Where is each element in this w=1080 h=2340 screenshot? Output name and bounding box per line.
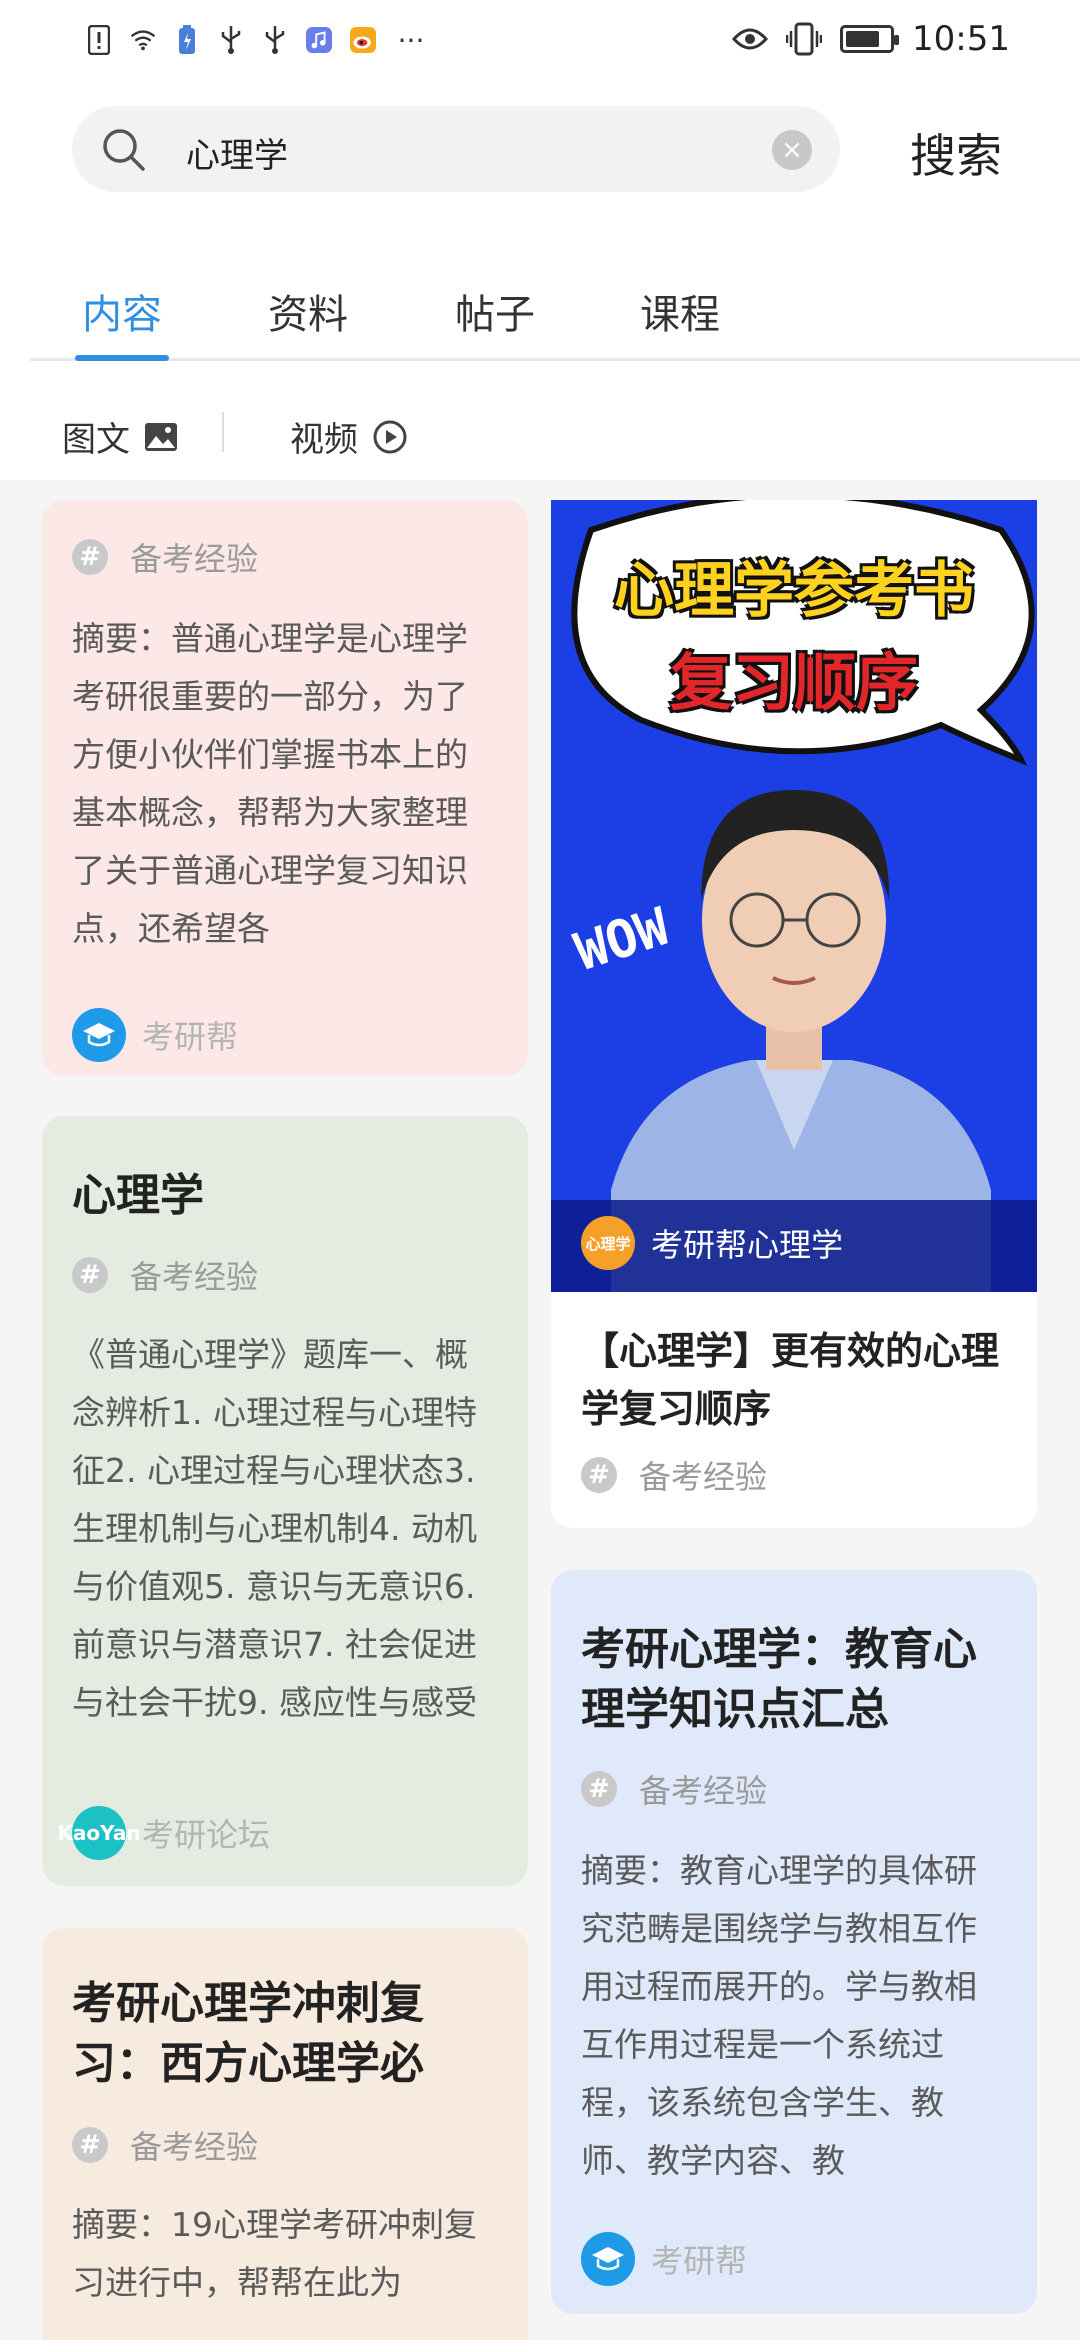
author-name: 考研帮 [651,2242,748,2280]
channel-row[interactable]: 心理学 考研帮心理学 [581,1216,843,1270]
filter-image-text[interactable]: 图文 [62,412,178,461]
feed-card-3[interactable]: 考研心理学冲刺复习：西方心理学必 # 备考经验 摘要：19心理学考研冲刺复习进行… [42,1928,528,2340]
status-icons-left: ··· [86,18,428,62]
hashtag-icon: # [581,1457,617,1493]
filter-image-text-label: 图文 [62,420,130,460]
search-icon [103,129,145,171]
hashtag-icon: # [581,1771,617,1807]
filter-video[interactable]: 视频 [290,412,408,461]
tag-row: # 备考经验 [72,2122,258,2168]
tab-posts[interactable]: 帖子 [455,282,535,340]
card-title: 考研心理学：教育心理学知识点汇总 [581,1624,977,1735]
vibrate-icon [786,22,823,56]
hashtag-icon: # [72,2127,108,2163]
tab-bar: 内容 资料 帖子 课程 [30,268,1080,361]
hashtag-icon: # [72,539,108,575]
more-notifications-icon: ··· [397,23,425,57]
content-filter-bar: 图文 视频 [0,380,1080,480]
avatar [581,2232,635,2286]
wifi-icon [130,23,156,57]
play-circle-icon [373,420,407,453]
card-title: 考研心理学冲刺复习：西方心理学必 [72,1978,424,2089]
clock: 10:51 [912,19,1010,59]
status-bar: ··· 10:51 [0,0,1080,80]
channel-name: 考研帮心理学 [651,1226,844,1264]
content-feed: # 备考经验 摘要：普通心理学是心理学考研很重要的一部分，为了方便小伙伴们掌握书… [0,480,1080,2340]
avatar: KaoYan [57,1806,141,1860]
status-icons-right: 10:51 [732,14,1010,64]
tab-content[interactable]: 内容 [82,282,162,340]
filter-divider [222,412,224,452]
card-title: 【心理学】更有效的心理学复习顺序 [581,1329,1000,1431]
tag-label: 备考经验 [130,1258,259,1296]
usb-icon [218,23,244,57]
card-author[interactable]: 考研帮 [581,2232,747,2286]
tag-label: 备考经验 [639,1458,768,1496]
hashtag-icon: # [72,1257,108,1293]
clear-icon[interactable]: × [772,130,812,170]
active-tab-indicator [75,355,169,361]
battery-saver-icon [174,23,200,57]
avatar [72,1008,126,1062]
tag-label: 备考经验 [130,2128,259,2166]
sim-alert-icon [86,23,112,57]
banner-line-2: 复习顺序 [669,646,918,719]
search-button[interactable]: 搜索 [910,120,1002,186]
search-query: 心理学 [186,136,288,176]
tag-row: # 备考经验 [581,1452,767,1498]
search-input[interactable]: 心理学 × [72,106,840,192]
graduation-cap-icon [83,1023,115,1047]
video-thumbnail[interactable]: 心理学参考书 复习顺序 WOW 心理学 考研帮心理学 [551,500,1037,1292]
tag-label: 备考经验 [639,1772,768,1810]
weibo-app-icon [350,23,376,57]
card-summary: 《普通心理学》题库一、概念辨析1. 心理过程与心理特征2. 心理过程与心理状态3… [72,1335,477,1722]
card-author[interactable]: 考研帮 [72,1008,238,1062]
eye-comfort-icon [732,28,769,50]
card-title: 心理学 [72,1170,204,1221]
feed-card-2[interactable]: 心理学 # 备考经验 《普通心理学》题库一、概念辨析1. 心理过程与心理特征2.… [42,1116,528,1886]
feed-card-1[interactable]: # 备考经验 摘要：普通心理学是心理学考研很重要的一部分，为了方便小伙伴们掌握书… [42,500,528,1076]
author-name: 考研帮 [142,1018,239,1056]
video-card[interactable]: 心理学参考书 复习顺序 WOW 心理学 考研帮心理学 【心理学】更有效的心理学复… [551,500,1037,1528]
tag-row: # 备考经验 [72,1252,258,1298]
card-author[interactable]: KaoYan 考研论坛 [57,1806,271,1860]
graduation-cap-icon [592,2247,624,2271]
image-icon [145,422,177,451]
filter-video-label: 视频 [290,420,358,460]
search-header: 心理学 × 搜索 内容 资料 帖子 课程 图文 视频 [0,80,1080,480]
tab-courses[interactable]: 课程 [640,282,720,340]
usb-debug-icon [262,23,288,57]
author-name: 考研论坛 [142,1816,271,1854]
tag-row: # 备考经验 [581,1766,767,1812]
card-summary: 摘要：19心理学考研冲刺复习进行中，帮帮在此为 [72,2205,477,2302]
tag-label: 备考经验 [130,540,259,578]
feed-card-4[interactable]: 考研心理学：教育心理学知识点汇总 # 备考经验 摘要：教育心理学的具体研究范畴是… [551,1570,1037,2314]
tag-row: # 备考经验 [72,534,258,580]
channel-avatar: 心理学 [581,1216,635,1270]
card-summary: 摘要：普通心理学是心理学考研很重要的一部分，为了方便小伙伴们掌握书本上的基本概念… [72,619,468,948]
music-app-icon [306,23,332,57]
banner-line-1: 心理学参考书 [614,556,974,626]
battery-icon [840,25,900,53]
tab-materials[interactable]: 资料 [268,282,348,340]
card-summary: 摘要：教育心理学的具体研究范畴是围绕学与教相互作用过程而展开的。学与教相互作用过… [581,1851,977,2180]
